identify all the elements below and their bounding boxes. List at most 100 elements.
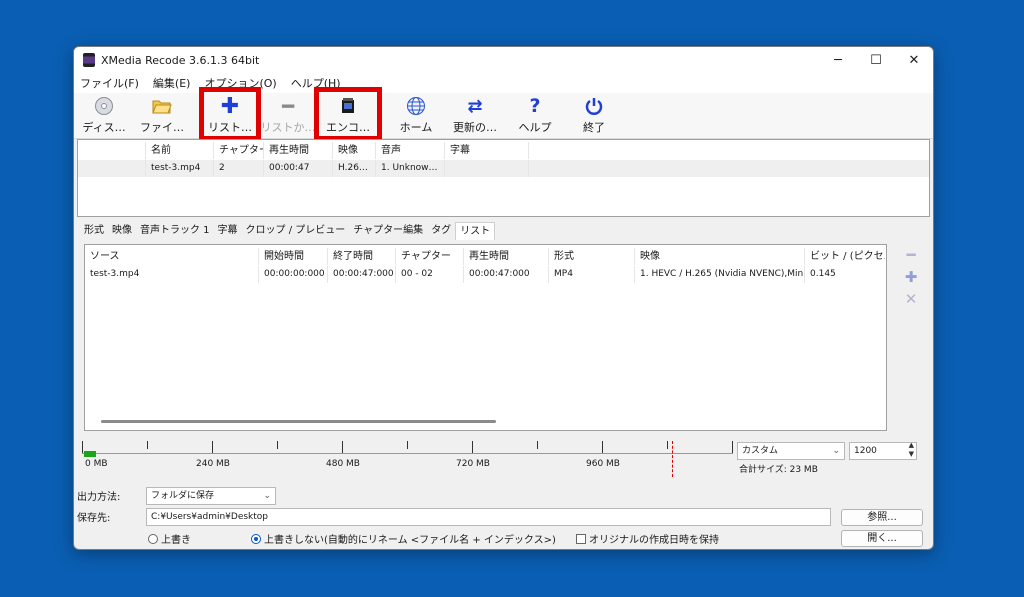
cell-end: 00:00:47:000 bbox=[328, 266, 396, 283]
col-subtitle[interactable]: 字幕 bbox=[445, 142, 529, 159]
ruler-tick bbox=[212, 441, 213, 453]
spinner-arrows-icon[interactable]: ▲ ▼ bbox=[909, 443, 914, 459]
output-method-label: 出力方法: bbox=[77, 492, 121, 503]
ruler-tick bbox=[277, 441, 278, 449]
ruler-tick bbox=[602, 441, 603, 453]
ruler-tick bbox=[147, 441, 148, 449]
title-bar: XMedia Recode 3.6.1.3 64bit ─ ☐ ✕ bbox=[74, 47, 933, 73]
col-duration[interactable]: 再生時間 bbox=[264, 142, 333, 159]
tab-audio-track[interactable]: 音声トラック 1 bbox=[136, 222, 214, 240]
size-ruler: 0 MB 240 MB 480 MB 720 MB 960 MB bbox=[82, 441, 733, 477]
menu-file[interactable]: ファイル(F) bbox=[80, 75, 139, 91]
horizontal-scrollbar[interactable] bbox=[101, 420, 496, 423]
output-path-value: C:¥Users¥admin¥Desktop bbox=[151, 512, 269, 522]
check-update-label: 更新の… bbox=[453, 121, 497, 134]
col-name[interactable]: 名前 bbox=[146, 142, 214, 159]
open-file-button[interactable]: ファイ… bbox=[134, 95, 190, 135]
output-method-select[interactable]: フォルダに保存 ⌄ bbox=[146, 487, 276, 505]
app-film-icon bbox=[83, 53, 95, 67]
ruler-tick bbox=[472, 441, 473, 453]
browse-button[interactable]: 参照... bbox=[841, 509, 923, 526]
col-start[interactable]: 開始時間 bbox=[259, 248, 328, 265]
folder-icon bbox=[151, 95, 173, 117]
cell-video: 1. HEVC / H.265 (Nvidia NVENC),Min… bbox=[635, 266, 805, 283]
tab-subtitle[interactable]: 字幕 bbox=[214, 222, 242, 240]
app-window: XMedia Recode 3.6.1.3 64bit ─ ☐ ✕ ファイル(F… bbox=[73, 46, 934, 550]
tab-bar: 形式 映像 音声トラック 1 字幕 クロップ / プレビュー チャプター編集 タ… bbox=[80, 222, 496, 240]
table-row[interactable]: test-3.mp4 00:00:00:000 00:00:47:000 00 … bbox=[85, 266, 886, 283]
tab-list[interactable]: リスト bbox=[455, 222, 496, 240]
col-video[interactable]: 映像 bbox=[333, 142, 376, 159]
ruler-baseline bbox=[82, 453, 733, 454]
close-button[interactable]: ✕ bbox=[895, 47, 933, 73]
highlight-add-to-list bbox=[199, 87, 261, 141]
list-clear-icon[interactable]: ✕ bbox=[903, 290, 919, 308]
help-label: ヘルプ bbox=[518, 121, 552, 134]
keep-date-checkbox[interactable]: オリジナルの作成日時を保持 bbox=[576, 531, 719, 546]
col-video[interactable]: 映像 bbox=[635, 248, 805, 265]
no-overwrite-label: 上書きしない(自動的にリネーム <ファイル名 + インデックス>) bbox=[264, 535, 556, 546]
home-button[interactable]: ホーム bbox=[388, 95, 444, 135]
cell-chapter: 2 bbox=[214, 160, 264, 177]
col-source[interactable]: ソース bbox=[85, 248, 259, 265]
col-format[interactable]: 形式 bbox=[549, 248, 635, 265]
ruler-label: 0 MB bbox=[85, 459, 108, 469]
total-size-label: 合計サイズ: 23 MB bbox=[739, 465, 818, 475]
chevron-down-icon: ⌄ bbox=[263, 491, 271, 501]
overwrite-radio[interactable]: 上書き bbox=[148, 531, 191, 546]
cell-duration: 00:00:47 bbox=[264, 160, 333, 177]
cell-subtitle bbox=[445, 160, 529, 177]
output-method-value: フォルダに保存 bbox=[151, 491, 215, 501]
job-table-header: ソース 開始時間 終了時間 チャプター 再生時間 形式 映像 ビット / (ピク… bbox=[85, 248, 886, 265]
ruler-tick bbox=[732, 441, 733, 453]
file-list-table[interactable]: 名前 チャプター 再生時間 映像 音声 字幕 test-3.mp4 2 00:0… bbox=[77, 139, 930, 217]
checkbox-icon bbox=[576, 534, 586, 544]
exit-button[interactable]: 終了 bbox=[566, 95, 622, 135]
question-icon: ? bbox=[529, 95, 541, 117]
overwrite-label: 上書き bbox=[161, 535, 191, 546]
cell-name: test-3.mp4 bbox=[146, 160, 214, 177]
file-table-header: 名前 チャプター 再生時間 映像 音声 字幕 bbox=[78, 142, 929, 159]
cell-chapter: 00 - 02 bbox=[396, 266, 464, 283]
list-remove-icon[interactable]: ━ bbox=[903, 246, 919, 264]
tab-tags[interactable]: タグ bbox=[427, 222, 455, 240]
cell-bitrate: 0.145 bbox=[810, 269, 836, 279]
help-button[interactable]: ? ヘルプ bbox=[507, 95, 563, 135]
open-disc-button[interactable]: ディス… bbox=[76, 95, 132, 135]
radio-selected-icon bbox=[251, 534, 261, 544]
window-title: XMedia Recode 3.6.1.3 64bit bbox=[101, 53, 260, 67]
globe-icon bbox=[405, 95, 427, 117]
size-value-spinner[interactable]: 1200 ▲ ▼ bbox=[849, 442, 917, 460]
job-list-table[interactable]: ソース 開始時間 終了時間 チャプター 再生時間 形式 映像 ビット / (ピク… bbox=[84, 244, 887, 431]
tab-format[interactable]: 形式 bbox=[80, 222, 108, 240]
cell-video: H.26… bbox=[333, 160, 376, 177]
menu-edit[interactable]: 編集(E) bbox=[153, 75, 191, 91]
remove-from-list-button[interactable]: ━ リストか… bbox=[260, 94, 316, 135]
col-chapter[interactable]: チャプター bbox=[396, 248, 464, 265]
col-end[interactable]: 終了時間 bbox=[328, 248, 396, 265]
size-value: 1200 bbox=[854, 446, 877, 456]
table-row[interactable]: test-3.mp4 2 00:00:47 H.26… 1. Unknow… bbox=[78, 160, 929, 177]
cell-format: MP4 bbox=[549, 266, 635, 283]
minus-icon: ━ bbox=[281, 94, 295, 118]
size-preset-select[interactable]: カスタム ⌄ bbox=[737, 442, 845, 460]
power-icon bbox=[583, 95, 605, 117]
ruler-label: 240 MB bbox=[196, 459, 230, 469]
col-duration[interactable]: 再生時間 bbox=[464, 248, 549, 265]
tab-crop-preview[interactable]: クロップ / プレビュー bbox=[242, 222, 350, 240]
output-path-input[interactable]: C:¥Users¥admin¥Desktop bbox=[146, 508, 831, 526]
col-audio[interactable]: 音声 bbox=[376, 142, 445, 159]
maximize-button[interactable]: ☐ bbox=[857, 47, 895, 73]
check-update-button[interactable]: ⇄ 更新の… bbox=[447, 95, 503, 135]
ruler-tick bbox=[82, 441, 83, 453]
minimize-button[interactable]: ─ bbox=[819, 47, 857, 73]
col-bitrate[interactable]: ビット / (ピクセル*… bbox=[805, 248, 885, 265]
col-chapter[interactable]: チャプター bbox=[214, 142, 264, 159]
size-progress-fill bbox=[84, 451, 96, 457]
no-overwrite-radio[interactable]: 上書きしない(自動的にリネーム <ファイル名 + インデックス>) bbox=[251, 531, 556, 546]
ruler-label: 960 MB bbox=[586, 459, 620, 469]
open-folder-button[interactable]: 開く... bbox=[841, 530, 923, 547]
list-add-icon[interactable]: ✚ bbox=[903, 268, 919, 286]
tab-video[interactable]: 映像 bbox=[108, 222, 136, 240]
tab-chapter-edit[interactable]: チャプター編集 bbox=[349, 222, 427, 240]
